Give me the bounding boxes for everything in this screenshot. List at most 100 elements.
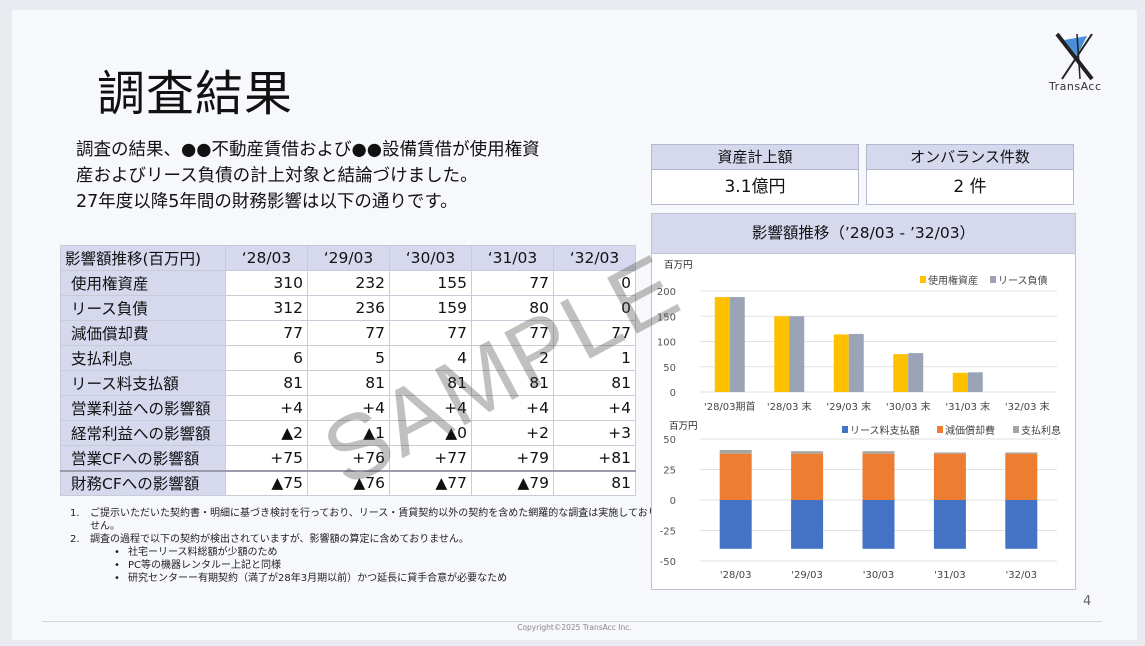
table-cell: 80	[471, 295, 554, 321]
bar-right-of-use-asset	[952, 372, 968, 392]
legend-swatch	[1013, 426, 1019, 433]
y-tick-label: 150	[657, 312, 676, 323]
bar-lease-payment	[719, 500, 752, 549]
bar-depreciation	[791, 453, 824, 500]
table-cell: 77	[225, 320, 308, 346]
table-row: 営業CFへの影響額 +75 +76 +77 +79 +81	[60, 445, 636, 471]
x-tick-label: '30/03 末	[886, 400, 931, 413]
kpi-onbalance-count: オンバランス件数 2 件	[866, 144, 1074, 205]
table-cell: 77	[471, 320, 554, 346]
row-label: 使用権資産	[60, 270, 226, 296]
kpi-value: 2 件	[866, 170, 1074, 205]
table-cell: 159	[389, 295, 472, 321]
table-header-row: 影響額推移(百万円) ‘28/03 ‘29/03 ‘30/03 ‘31/03 ‘…	[60, 245, 636, 271]
bar-lease-payment	[862, 500, 895, 549]
y-tick-label: 200	[657, 287, 676, 298]
row-label: 営業利益への影響額	[60, 395, 226, 421]
table-row: リース料支払額 81 81 81 81 81	[60, 370, 636, 396]
bar-interest	[862, 451, 895, 454]
legend-swatch	[842, 426, 848, 433]
legend-label: 減価償却費	[945, 424, 995, 437]
table-row: 営業利益への影響額 +4 +4 +4 +4 +4	[60, 395, 636, 421]
bar-depreciation	[933, 453, 966, 500]
bar-lease-liability	[789, 316, 805, 392]
table-header-label: 影響額推移(百万円)	[60, 245, 226, 271]
x-tick-label: '32/03	[1006, 570, 1038, 581]
table-cell: 310	[225, 270, 308, 296]
y-tick-label: 0	[670, 388, 676, 399]
column-header: ‘31/03	[471, 245, 554, 271]
bar-depreciation	[1005, 453, 1038, 500]
bar-lease-payment	[1005, 500, 1038, 549]
balance-bar-chart: 百万円 0 50 100 150 200 '28/03期首 '28/03 末 '29/03 末 '…	[657, 260, 1057, 413]
footer-divider	[42, 621, 1102, 622]
table-cell: 0	[553, 295, 636, 321]
table-cell: +75	[225, 445, 308, 471]
y-unit-label: 百万円	[664, 260, 693, 271]
legend-label: 支払利息	[1021, 424, 1061, 437]
bar-interest	[719, 449, 752, 454]
table-cell: 81	[389, 370, 472, 396]
bar-lease-liability	[908, 353, 924, 392]
column-header: ‘29/03	[307, 245, 390, 271]
chart-panel: 影響額推移（’28/03 - ’32/03） 百万円 0 50 100 150 200 '2…	[651, 213, 1076, 590]
row-label: 営業CFへの影響額	[60, 445, 226, 471]
table-cell: 81	[553, 469, 636, 496]
table-cell: 232	[307, 270, 390, 296]
table-cell: 81	[307, 370, 390, 396]
column-header: ‘28/03	[225, 245, 308, 271]
row-label: 財務CFへの影響額	[60, 469, 226, 496]
table-cell: 77	[389, 320, 472, 346]
legend-label: リース負債	[998, 274, 1048, 287]
table-row: 支払利息 6 5 4 2 1	[60, 345, 636, 371]
column-header: ‘32/03	[553, 245, 636, 271]
table-row: 経常利益への影響額 ▲2 ▲1 ▲0 +2 +3	[60, 420, 636, 446]
table-cell: 236	[307, 295, 390, 321]
table-row: 財務CFへの影響額 ▲75 ▲76 ▲77 ▲79 81	[60, 469, 636, 496]
bar-lease-liability	[848, 333, 864, 392]
footnote-text: ご提示いただいた契約書・明細に基づき検討を行っており、リース・賃貸契約以外の契約…	[90, 508, 668, 532]
footnote-subitem-text: PC等の機器レンタルー上記と同様	[128, 560, 282, 571]
kpi-label: 資産計上額	[651, 144, 859, 170]
table-cell: +4	[471, 395, 554, 421]
row-label: 経常利益への影響額	[60, 420, 226, 446]
table-cell: +77	[389, 445, 472, 471]
copyright: Copyright©2025 TransAcc Inc.	[517, 623, 632, 632]
footnote-subitem: • 研究センターー有期契約（満了が28年3月期以前）かつ延長に貸手合意が必要なため	[114, 573, 508, 584]
table-cell: 6	[225, 345, 308, 371]
footnote-subitem-text: 研究センターー有期契約（満了が28年3月期以前）かつ延長に貸手合意が必要なため	[128, 573, 508, 584]
chart-panel-title: 影響額推移（’28/03 - ’32/03）	[652, 214, 1075, 254]
table-cell: 2	[471, 345, 554, 371]
page-title: 調査結果	[97, 66, 294, 122]
table-cell: ▲1	[307, 420, 390, 446]
bar-lease-payment	[791, 500, 824, 549]
x-tick-label: '32/03 末	[1005, 400, 1050, 413]
bar-lease-liability	[967, 372, 983, 392]
bar-depreciation	[719, 453, 752, 500]
y-unit-label: 百万円	[669, 421, 698, 432]
footnote-subitem-text: 社宅ーリース料総額が少額のため	[128, 547, 278, 558]
table-cell: +4	[553, 395, 636, 421]
x-tick-label: '31/03	[934, 570, 966, 581]
table-cell: +4	[307, 395, 390, 421]
table-cell: 5	[307, 345, 390, 371]
footnote-item: 2. 調査の過程で以下の契約が検出されていますが、影響額の算定に含めておりません…	[70, 533, 670, 546]
x-tick-label: '29/03 末	[826, 400, 871, 413]
bar-right-of-use-asset	[833, 334, 849, 392]
row-label: リース料支払額	[60, 370, 226, 396]
y-tick-label: -25	[660, 527, 676, 538]
x-tick-label: '28/03 末	[767, 400, 812, 413]
footnote-subitem: • PC等の機器レンタルー上記と同様	[114, 560, 282, 571]
footnote-text: 調査の過程で以下の契約が検出されていますが、影響額の算定に含めておりません。	[90, 534, 469, 545]
table-cell: +3	[553, 420, 636, 446]
table-cell: 81	[471, 370, 554, 396]
y-tick-label: 50	[663, 363, 676, 374]
footnote-number: 1.	[70, 508, 80, 519]
table-cell: ▲2	[225, 420, 308, 446]
kpi-value: 3.1億円	[651, 170, 859, 205]
bar-depreciation	[862, 453, 895, 500]
bar-interest	[1005, 452, 1038, 454]
footnote-number: 2.	[70, 534, 80, 545]
x-tick-label: '29/03	[791, 570, 823, 581]
bar-right-of-use-asset	[774, 316, 790, 392]
